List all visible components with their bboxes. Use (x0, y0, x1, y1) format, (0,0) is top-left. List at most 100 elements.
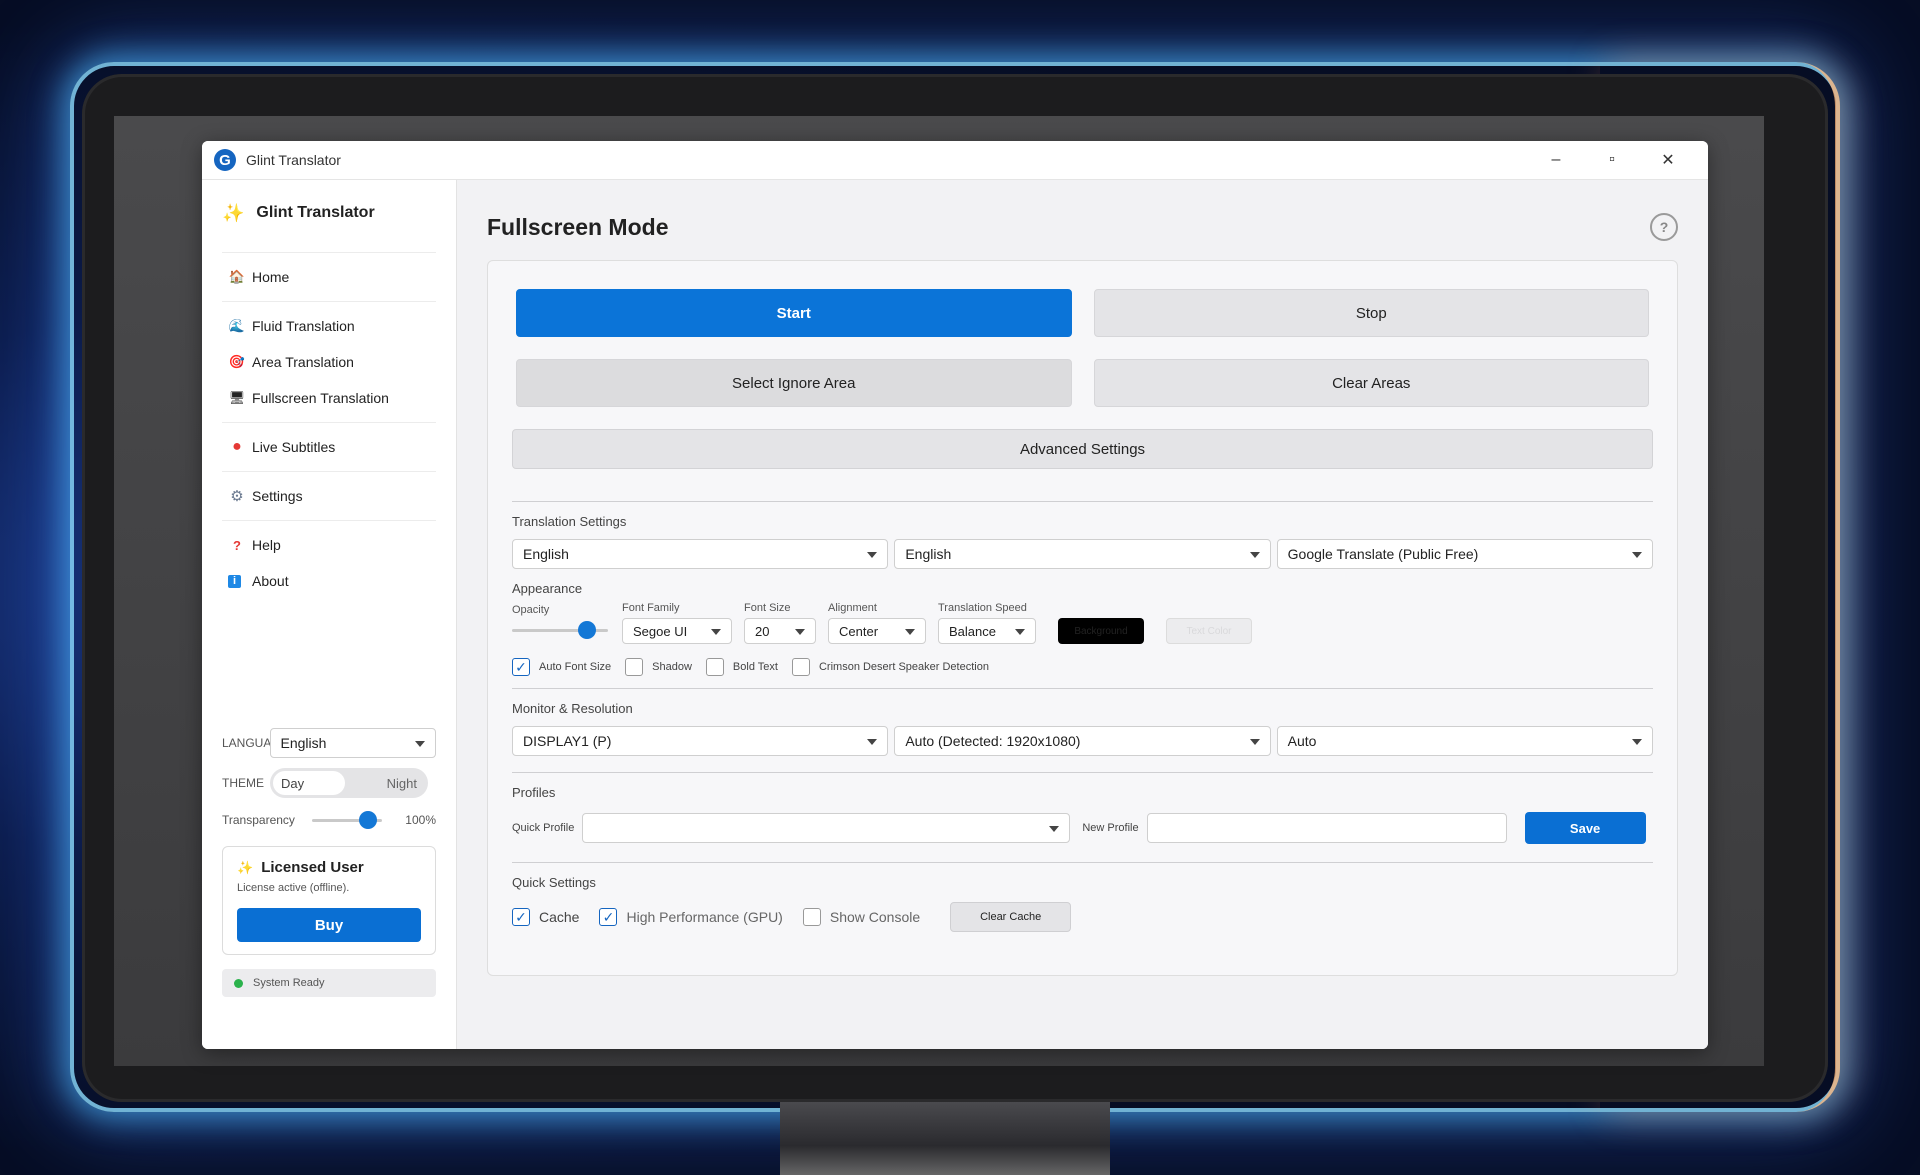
checkbox-label: Cache (539, 909, 580, 925)
speaker-detection-checkbox[interactable]: Crimson Desert Speaker Detection (791, 658, 989, 676)
divider (512, 862, 1653, 863)
app-logo-icon: G (214, 149, 236, 171)
checkbox-box (791, 658, 810, 676)
chevron-down-icon (1249, 552, 1260, 558)
engine-select[interactable]: Google Translate (Public Free) (1276, 539, 1653, 569)
mode-select[interactable]: Auto (1276, 726, 1653, 756)
chevron-down-icon (711, 629, 721, 635)
chevron-down-icon (1631, 739, 1642, 745)
language-select[interactable]: English (269, 728, 436, 758)
question-icon: ? (233, 537, 241, 553)
status-text: System Ready (253, 977, 325, 989)
divider (222, 252, 436, 253)
chevron-down-icon (867, 739, 878, 745)
show-console-checkbox[interactable]: Show Console (802, 908, 920, 926)
sidebar-item-label: About (252, 573, 289, 589)
sidebar-item-about[interactable]: i About (222, 563, 436, 599)
start-button[interactable]: Start (516, 289, 1072, 337)
cache-checkbox[interactable]: ✓ Cache (512, 908, 579, 926)
clear-cache-button[interactable]: Clear Cache (950, 902, 1072, 932)
advanced-settings-button[interactable]: Advanced Settings (512, 429, 1653, 469)
sidebar-item-help[interactable]: ? Help (222, 527, 436, 563)
mode-value: Auto (1287, 733, 1317, 749)
license-card: ✨ Licensed User License active (offline)… (222, 846, 436, 955)
alignment-label: Alignment (828, 602, 877, 614)
theme-day-option[interactable]: Day (273, 771, 345, 795)
close-button[interactable]: ✕ (1640, 150, 1696, 170)
sidebar-header: ✨ Glint Translator (222, 198, 436, 228)
checkbox-box (802, 908, 821, 926)
monitor-icon: 🖥 (228, 390, 246, 405)
select-ignore-area-button[interactable]: Select Ignore Area (516, 359, 1072, 407)
font-family-select[interactable]: Segoe UI (622, 618, 732, 644)
language-label: LANGUA (222, 736, 270, 750)
font-size-select[interactable]: 20 (744, 618, 816, 644)
new-profile-input[interactable] (1146, 813, 1507, 843)
help-icon[interactable]: ? (1650, 213, 1678, 241)
minimize-button[interactable]: – (1528, 151, 1584, 169)
text-color-button[interactable]: Text Color (1166, 618, 1252, 644)
sidebar-item-settings[interactable]: ⚙ Settings (222, 478, 436, 514)
checkbox-box (625, 658, 644, 676)
sidebar-item-label: Fullscreen Translation (252, 390, 389, 406)
bold-text-checkbox[interactable]: Bold Text (705, 658, 778, 676)
license-subtitle: License active (offline). (237, 882, 350, 894)
auto-font-size-checkbox[interactable]: ✓ Auto Font Size (512, 658, 611, 676)
opacity-slider[interactable] (512, 620, 608, 640)
target-language-value: English (905, 546, 952, 562)
checkbox-label: Shadow (652, 661, 692, 673)
info-icon: i (228, 574, 241, 588)
sidebar-app-name: Glint Translator (256, 204, 375, 221)
sidebar-item-live-subtitles[interactable]: ● Live Subtitles (222, 429, 436, 465)
sidebar-item-fullscreen-translation[interactable]: 🖥 Fullscreen Translation (222, 380, 436, 416)
slider-knob[interactable] (358, 811, 377, 829)
divider (512, 501, 1653, 502)
display-select[interactable]: DISPLAY1 (P) (512, 726, 889, 756)
checkmark-icon: ✓ (512, 908, 530, 926)
sidebar-item-fluid-translation[interactable]: 🌊 Fluid Translation (222, 308, 436, 344)
clear-areas-button[interactable]: Clear Areas (1093, 359, 1649, 407)
status-bar: System Ready (222, 969, 436, 997)
sparkle-icon: ✨ (222, 202, 245, 223)
background-color-button[interactable]: Background (1058, 618, 1144, 644)
sidebar-item-label: Area Translation (252, 354, 354, 370)
sparkle-icon: ✨ (237, 859, 254, 875)
maximize-button[interactable]: ▫ (1584, 151, 1640, 169)
target-language-select[interactable]: English (894, 539, 1271, 569)
shadow-checkbox[interactable]: Shadow (625, 658, 692, 676)
gear-icon: ⚙ (230, 488, 244, 505)
status-dot-icon (234, 978, 243, 988)
sidebar-item-area-translation[interactable]: 🎯 Area Translation (222, 344, 436, 380)
transparency-label: Transparency (222, 813, 295, 827)
font-size-label: Font Size (744, 602, 791, 614)
sidebar-item-label: Live Subtitles (252, 439, 336, 455)
license-title: Licensed User (261, 859, 364, 876)
window-title: Glint Translator (246, 152, 341, 168)
chevron-down-icon (795, 629, 805, 635)
resolution-select[interactable]: Auto (Detected: 1920x1080) (894, 726, 1271, 756)
alignment-select[interactable]: Center (828, 618, 926, 644)
translation-speed-select[interactable]: Balance (938, 618, 1036, 644)
divider (512, 772, 1653, 773)
save-profile-button[interactable]: Save (1524, 812, 1646, 844)
theme-night-option[interactable]: Night (345, 771, 425, 795)
transparency-slider[interactable] (312, 810, 382, 830)
theme-toggle[interactable]: Day Night (270, 768, 428, 798)
quick-profile-select[interactable] (582, 813, 1071, 843)
stop-button[interactable]: Stop (1093, 289, 1649, 337)
slider-knob[interactable] (578, 621, 597, 639)
buy-button[interactable]: Buy (237, 908, 421, 942)
opacity-label: Opacity (512, 604, 550, 616)
gpu-checkbox[interactable]: ✓ High Performance (GPU) (599, 908, 783, 926)
source-language-select[interactable]: English (512, 539, 889, 569)
sidebar-item-label: Home (252, 269, 290, 285)
translation-speed-label: Translation Speed (938, 602, 1027, 614)
resolution-value: Auto (Detected: 1920x1080) (905, 733, 1081, 749)
source-language-value: English (523, 546, 569, 562)
checkbox-label: Crimson Desert Speaker Detection (818, 661, 989, 673)
quick-settings-title: Quick Settings (512, 875, 596, 890)
sidebar-item-home[interactable]: 🏠 Home (222, 259, 436, 295)
font-family-label: Font Family (622, 602, 680, 614)
title-bar: G Glint Translator – ▫ ✕ (202, 141, 1708, 180)
target-icon: 🎯 (228, 354, 246, 369)
